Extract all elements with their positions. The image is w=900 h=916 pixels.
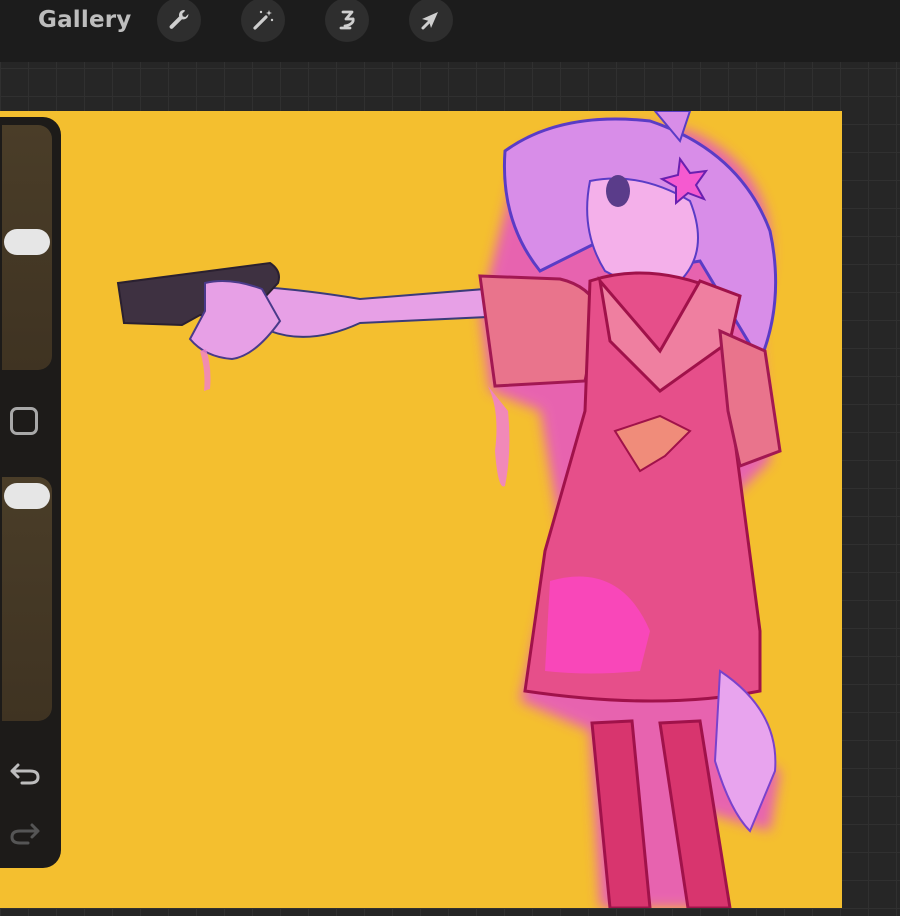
- brush-size-slider[interactable]: [2, 125, 52, 370]
- gallery-button[interactable]: Gallery: [38, 4, 132, 36]
- artwork-illustration: [116, 111, 782, 908]
- magic-wand-icon: [253, 10, 274, 30]
- side-toolbar: [0, 117, 61, 868]
- selection-button[interactable]: [325, 0, 369, 42]
- opacity-handle[interactable]: [4, 483, 50, 509]
- brush-size-handle[interactable]: [4, 229, 50, 255]
- adjustments-button[interactable]: [241, 0, 285, 42]
- undo-icon[interactable]: [8, 757, 42, 785]
- actions-button[interactable]: [157, 0, 201, 42]
- selection-s-icon: [339, 10, 355, 30]
- modify-button[interactable]: [10, 407, 38, 435]
- redo-icon[interactable]: [8, 817, 42, 845]
- top-toolbar: Gallery: [0, 0, 900, 62]
- drawing-canvas[interactable]: [0, 111, 842, 908]
- opacity-slider[interactable]: [2, 477, 52, 721]
- wrench-icon: [169, 10, 189, 29]
- arrow-cursor-icon: [421, 12, 438, 30]
- transform-button[interactable]: [409, 0, 453, 42]
